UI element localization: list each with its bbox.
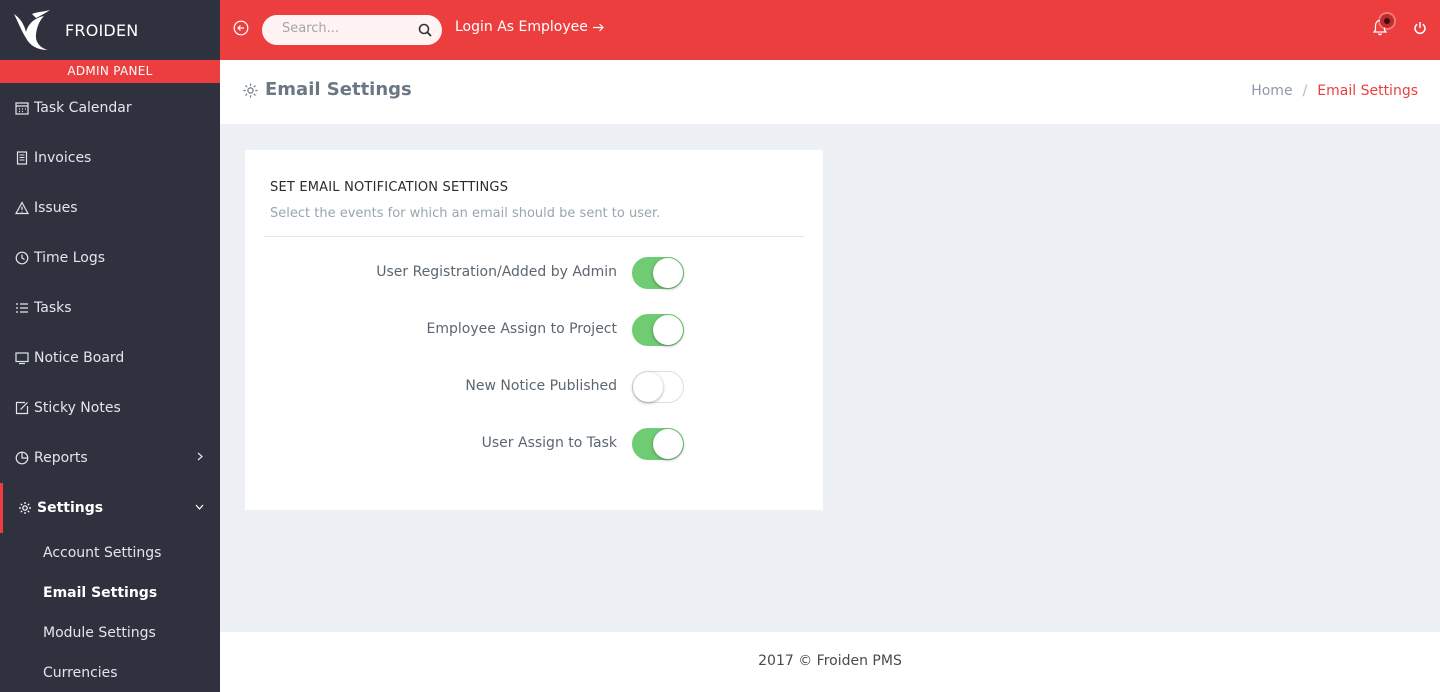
- sidebar-item-settings[interactable]: Settings: [0, 483, 220, 533]
- monitor-icon: [15, 351, 29, 365]
- search-placeholder: Search...: [282, 21, 340, 36]
- toggle-knob: [653, 429, 683, 459]
- setting-label: User Assign to Task: [481, 435, 617, 451]
- sidebar-subitem-email-settings[interactable]: Email Settings: [0, 573, 220, 613]
- setting-label: Employee Assign to Project: [426, 321, 617, 337]
- sidebar-subitem-currencies[interactable]: Currencies: [0, 653, 220, 692]
- gear-icon: [243, 83, 258, 98]
- email-settings-card: SET EMAIL NOTIFICATION SETTINGS Select t…: [245, 150, 823, 510]
- sidebar-item-label: Tasks: [34, 300, 72, 316]
- divider: [264, 236, 804, 237]
- sidebar-item-time-logs[interactable]: Time Logs: [0, 233, 220, 283]
- brand-name: FROIDEN: [65, 20, 139, 40]
- sidebar-subitem-account-settings[interactable]: Account Settings: [0, 533, 220, 573]
- sidebar-item-issues[interactable]: Issues: [0, 183, 220, 233]
- setting-row-user-registration: User Registration/Added by Admin: [245, 257, 823, 289]
- breadcrumb-current: Email Settings: [1317, 83, 1418, 99]
- sidebar-item-label: Time Logs: [34, 250, 106, 266]
- setting-label: New Notice Published: [465, 378, 617, 394]
- setting-label: User Registration/Added by Admin: [376, 264, 617, 280]
- card-description: Select the events for which an email sho…: [270, 206, 661, 221]
- footer: 2017 © Froiden PMS: [220, 632, 1440, 692]
- search-input[interactable]: Search...: [262, 15, 442, 45]
- note-icon: [15, 401, 29, 415]
- setting-row-new-notice: New Notice Published: [245, 371, 823, 403]
- sidebar-item-label: Notice Board: [34, 350, 125, 366]
- sidebar-item-reports[interactable]: Reports: [0, 433, 220, 483]
- toggle-user-registration[interactable]: [632, 257, 684, 289]
- sidebar-item-task-calendar[interactable]: Task Calendar: [0, 83, 220, 133]
- list-icon: [15, 301, 29, 315]
- sidebar-item-notice-board[interactable]: Notice Board: [0, 333, 220, 383]
- notification-indicator: [1380, 14, 1394, 28]
- sidebar-item-label: Settings: [37, 500, 104, 516]
- sidebar-subitem-label: Module Settings: [43, 625, 156, 641]
- logo[interactable]: FROIDEN: [0, 0, 220, 60]
- clock-icon: [15, 251, 29, 265]
- toggle-knob: [633, 372, 663, 402]
- breadcrumb-separator: /: [1302, 83, 1308, 99]
- chevron-down-icon: [195, 504, 204, 510]
- setting-row-employee-assign-project: Employee Assign to Project: [245, 314, 823, 346]
- bird-logo-icon: [14, 10, 50, 50]
- warning-icon: [15, 201, 29, 215]
- card-heading: SET EMAIL NOTIFICATION SETTINGS: [270, 180, 509, 195]
- sidebar-item-sticky-notes[interactable]: Sticky Notes: [0, 383, 220, 433]
- sidebar-item-invoices[interactable]: Invoices: [0, 133, 220, 183]
- file-icon: [15, 151, 29, 165]
- sidebar-item-label: Task Calendar: [34, 100, 132, 116]
- search-icon[interactable]: [418, 23, 432, 37]
- breadcrumb-home[interactable]: Home: [1251, 83, 1292, 99]
- login-as-employee-label: Login As Employee: [455, 19, 588, 35]
- sidebar-item-label: Reports: [34, 450, 88, 466]
- power-icon[interactable]: [1413, 21, 1427, 35]
- arrow-right-icon: [592, 23, 604, 31]
- sidebar-subitem-label: Currencies: [43, 665, 118, 681]
- page-header: Email Settings Home / Email Settings: [220, 60, 1440, 124]
- page-title: Email Settings: [265, 79, 412, 100]
- sidebar: FROIDEN ADMIN PANEL Task Calendar Invoic…: [0, 0, 220, 692]
- chevron-right-icon: [197, 452, 203, 461]
- back-arrow-icon[interactable]: [233, 20, 249, 36]
- topbar: Search... Login As Employee: [220, 0, 1440, 60]
- sidebar-item-tasks[interactable]: Tasks: [0, 283, 220, 333]
- toggle-user-assign-task[interactable]: [632, 428, 684, 460]
- sidebar-item-label: Issues: [34, 200, 78, 216]
- sidebar-subitem-module-settings[interactable]: Module Settings: [0, 613, 220, 653]
- calendar-icon: [15, 101, 29, 115]
- login-as-employee-link[interactable]: Login As Employee: [455, 19, 605, 35]
- breadcrumb: Home / Email Settings: [1251, 83, 1418, 99]
- toggle-new-notice[interactable]: [632, 371, 684, 403]
- sidebar-subitem-label: Email Settings: [43, 585, 158, 601]
- sidebar-subitem-label: Account Settings: [43, 545, 162, 561]
- sidebar-item-label: Invoices: [34, 150, 92, 166]
- gear-icon: [18, 501, 32, 515]
- admin-panel-label: ADMIN PANEL: [0, 60, 220, 83]
- pie-chart-icon: [15, 451, 29, 465]
- toggle-knob: [653, 315, 683, 345]
- footer-text: 2017 © Froiden PMS: [758, 653, 902, 669]
- toggle-knob: [653, 258, 683, 288]
- toggle-employee-assign-project[interactable]: [632, 314, 684, 346]
- sidebar-item-label: Sticky Notes: [34, 400, 121, 416]
- setting-row-user-assign-task: User Assign to Task: [245, 428, 823, 460]
